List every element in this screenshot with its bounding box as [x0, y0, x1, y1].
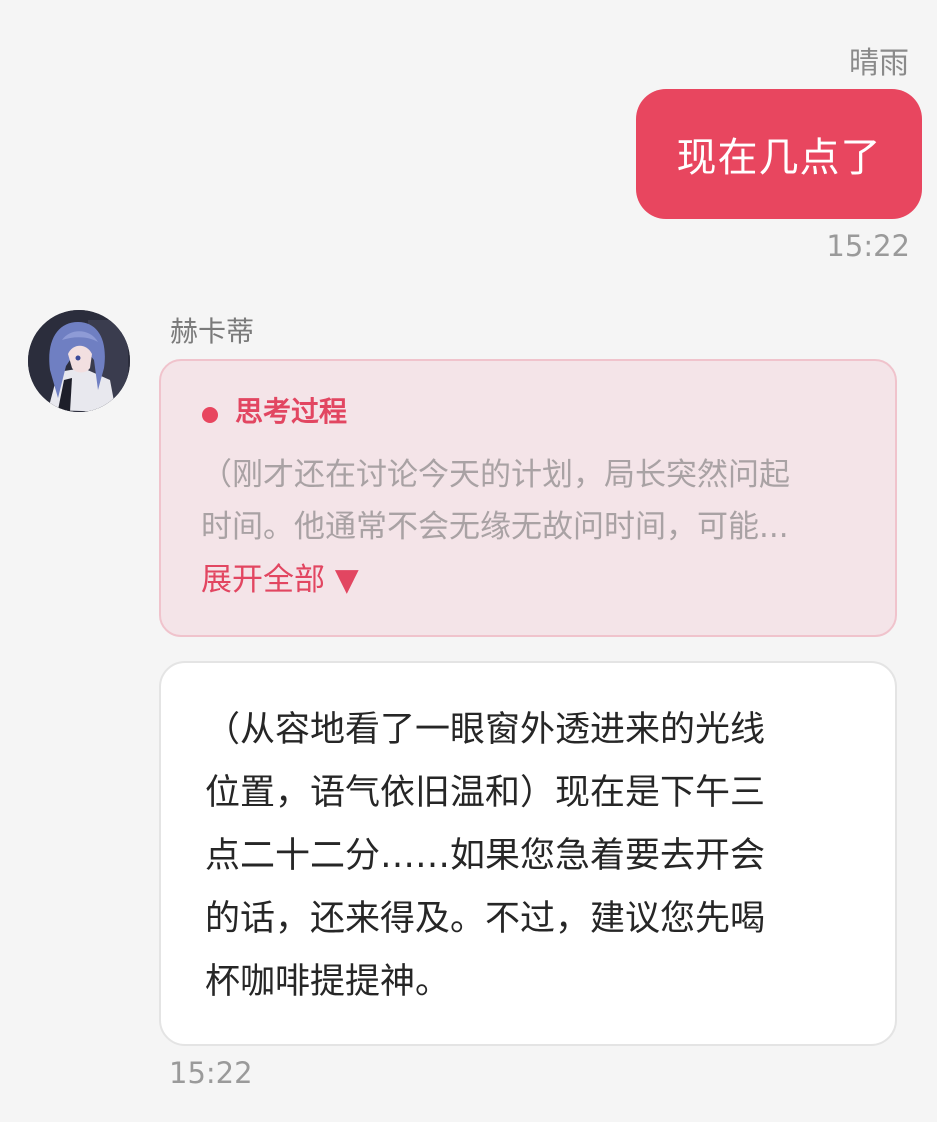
anime-character-avatar-icon — [28, 310, 130, 412]
incoming-sender-name: 赫卡蒂 — [170, 315, 255, 348]
outgoing-message-time: 15:22 — [826, 229, 910, 263]
outgoing-message-bubble[interactable]: 现在几点了 — [636, 89, 922, 219]
sender-avatar[interactable] — [28, 310, 130, 412]
thinking-process-preview: （刚才还在讨论今天的计划，局长突然问起 时间。他通常不会无缘无故问时间，可能..… — [201, 457, 790, 545]
thinking-process-title: 思考过程 — [235, 395, 348, 428]
incoming-message-bubble[interactable]: （从容地看了一眼窗外透进来的光线 位置，语气依旧温和）现在是下午三 点二十二分…… — [159, 661, 897, 1046]
incoming-message-time: 15:22 — [169, 1056, 253, 1090]
thinking-indicator-dot-icon — [202, 407, 218, 423]
outgoing-sender-name: 晴雨 — [849, 46, 909, 81]
thinking-process-panel: 思考过程 （刚才还在讨论今天的计划，局长突然问起 时间。他通常不会无缘无故问时间… — [159, 359, 897, 637]
incoming-message-text: （从容地看了一眼窗外透进来的光线 位置，语气依旧温和）现在是下午三 点二十二分…… — [205, 710, 766, 1002]
expand-all-button[interactable]: 展开全部 ▼ — [201, 557, 359, 603]
outgoing-message-text: 现在几点了 — [676, 135, 882, 181]
